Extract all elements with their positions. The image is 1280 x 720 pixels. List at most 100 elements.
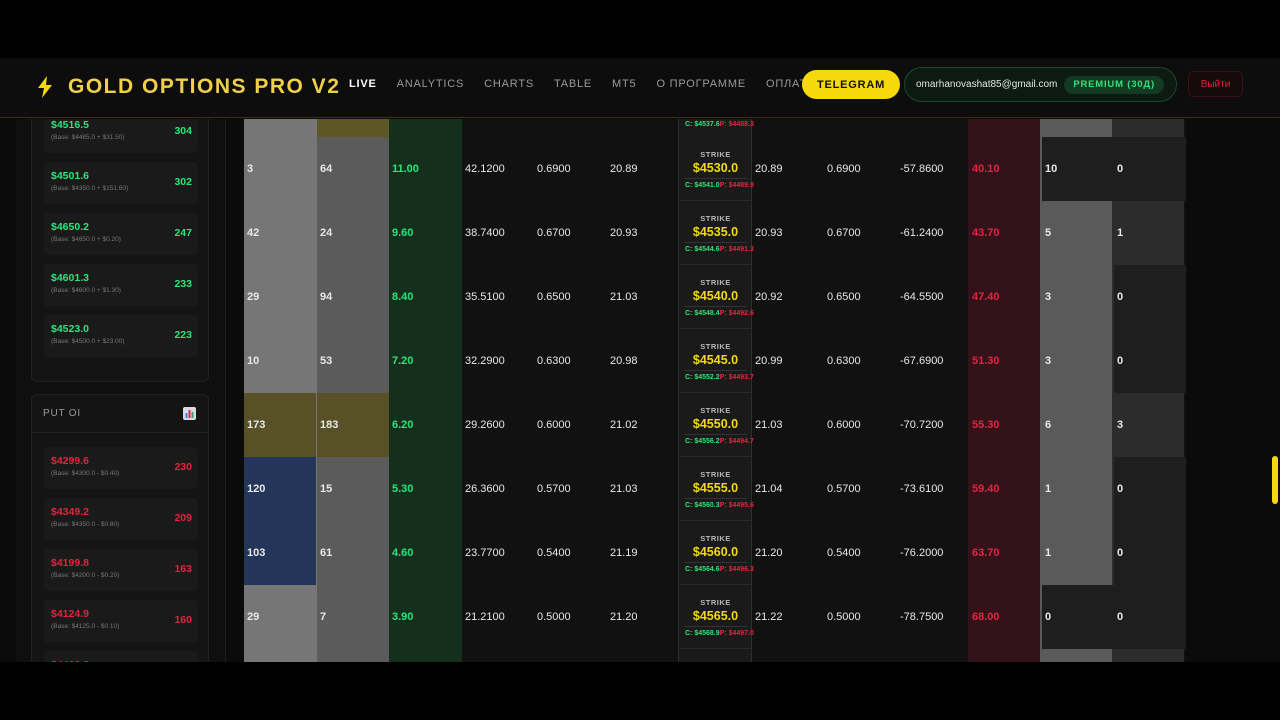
strike-partial-prices: C: $4537.6P: $4488.3 [685, 121, 754, 128]
cell-highlight [389, 119, 462, 137]
cell-p5: 0.5700 [827, 483, 861, 495]
call-oi-item[interactable]: $4650.2 (Base: $4650.0 + $0.20) 247 [44, 213, 198, 255]
nav-item-1[interactable]: ANALYTICS [397, 77, 465, 91]
cell-p5: 0.5400 [827, 547, 861, 559]
cell-c3: 5.30 [392, 483, 414, 495]
cell-c1: 29 [247, 611, 260, 623]
cell-c4: 26.3600 [465, 483, 505, 495]
oi-base-note: (Base: $4600.0 + $1.30) [51, 287, 121, 294]
cell-p2: 10 [1042, 137, 1114, 201]
cell-c5: 0.6300 [537, 355, 571, 367]
strike-cell[interactable]: STRIKE $4550.0 C: $4556.2P: $4494.7 [679, 393, 754, 457]
oi-count: 230 [174, 461, 192, 473]
table-row[interactable]: 173 183 6.20 29.2600 0.6000 21.02 21.03 0.6000 -… [244, 393, 1186, 457]
cell-c5: 0.5700 [537, 483, 571, 495]
cell-p1: 0 [1114, 585, 1186, 649]
cell-c2: 7 [320, 611, 327, 623]
put-oi-item[interactable]: $4299.6 (Base: $4300.0 - $0.40) 230 [44, 447, 198, 489]
cell-c3: 11.00 [392, 163, 419, 175]
cell-c3: 4.60 [392, 547, 414, 559]
call-oi-item[interactable]: $4501.6 (Base: $4350.0 + $151.60) 302 [44, 162, 198, 204]
cell-c2: 61 [320, 547, 333, 559]
put-oi-item[interactable]: $4124.9 (Base: $4125.0 - $0.10) 160 [44, 600, 198, 642]
cell-c5: 0.6700 [537, 227, 571, 239]
strike-cell[interactable]: STRIKE $4540.0 C: $4548.4P: $4492.6 [679, 265, 754, 329]
strike-cell[interactable]: STRIKE $4560.0 C: $4564.6P: $4496.3 [679, 521, 754, 585]
cell-c4: 35.5100 [465, 291, 505, 303]
call-price: C: $4541.0 [685, 182, 720, 189]
options-chain-table: C: $4537.6P: $4488.3 3 64 11.00 42.1200 0.690… [244, 119, 1186, 662]
put-price: P: $4495.6 [719, 502, 754, 509]
cell-p4: -73.6100 [900, 483, 944, 495]
page-scrollbar[interactable] [1272, 456, 1278, 504]
cell-p5: 0.6500 [827, 291, 861, 303]
cell-p6: 20.92 [755, 291, 783, 303]
strike-cell[interactable]: STRIKE $4545.0 C: $4552.2P: $4493.7 [679, 329, 754, 393]
cell-c2: 53 [320, 355, 333, 367]
cell-c3: 6.20 [392, 419, 414, 431]
cell-p1: 0 [1114, 521, 1186, 585]
strike-call-put-prices: C: $4564.6P: $4496.3 [685, 566, 754, 573]
call-price: C: $4552.2 [685, 374, 720, 381]
cell-p2: 3 [1045, 355, 1052, 367]
cell-p6: 21.04 [755, 483, 783, 495]
strike-cell[interactable]: STRIKE $4535.0 C: $4544.6P: $4491.3 [679, 201, 754, 265]
bar-chart-icon [183, 407, 196, 420]
cell-c1: 42 [247, 227, 260, 239]
nav-item-4[interactable]: MT5 [612, 77, 636, 91]
put-price: P: $4489.9 [719, 182, 754, 189]
put-oi-item[interactable]: $4349.2 (Base: $4350.0 - $0.80) 209 [44, 498, 198, 540]
strike-call-put-prices: C: $4541.0P: $4489.9 [685, 182, 754, 189]
oi-price: $4650.2 [51, 221, 89, 233]
nav-item-2[interactable]: CHARTS [484, 77, 534, 91]
strike-cell[interactable]: STRIKE $4565.0 C: $4568.9P: $4497.0 [679, 585, 754, 649]
brand[interactable]: GOLD OPTIONS PRO V2 [36, 72, 340, 102]
app-window: GOLD OPTIONS PRO V2 LIVE ANALYTICS CHARTS T… [0, 58, 1280, 662]
cell-p5: 0.6700 [827, 227, 861, 239]
cell-c4: 38.7400 [465, 227, 505, 239]
table-row[interactable]: 3 64 11.00 42.1200 0.6900 20.89 20.89 0.6900 -57… [244, 137, 1186, 201]
cell-p1: 0 [1114, 137, 1186, 201]
cell-p4: -76.2000 [900, 547, 944, 559]
oi-base-note: (Base: $4125.0 - $0.10) [51, 623, 120, 630]
cell-c3: 8.40 [392, 291, 414, 303]
table-row[interactable]: 29 7 3.90 21.2100 0.5000 21.20 21.22 0.5000 -78.… [244, 585, 1186, 649]
oi-count: 163 [174, 563, 192, 575]
top-navigation-bar: GOLD OPTIONS PRO V2 LIVE ANALYTICS CHARTS T… [0, 58, 1280, 118]
nav-item-3[interactable]: TABLE [554, 77, 592, 91]
call-price: C: $4568.9 [685, 630, 720, 637]
cell-p4: -61.2400 [900, 227, 944, 239]
oi-count: 247 [174, 227, 192, 239]
strike-divider [684, 434, 747, 435]
call-oi-item[interactable]: $4516.5 (Base: $4485.0 + $31.50) 304 [44, 119, 198, 153]
user-account-pill[interactable]: omarhanovashat85@gmail.com PREMIUM (30Д) [904, 67, 1177, 102]
call-oi-item[interactable]: $4523.0 (Base: $4500.0 + $23.00) 223 [44, 315, 198, 357]
table-row[interactable]: 103 61 4.60 23.7700 0.5400 21.19 21.20 0.5400 -7… [244, 521, 1186, 585]
cell-c1: 3 [247, 163, 254, 175]
cell-p1: 1 [1117, 227, 1124, 239]
put-oi-item[interactable]: $4199.8 (Base: $4200.0 - $0.20) 163 [44, 549, 198, 591]
strike-label: STRIKE [700, 470, 731, 479]
strike-cell[interactable]: STRIKE $4530.0 C: $4541.0P: $4489.9 [679, 137, 754, 201]
strike-call-put-prices: C: $4568.9P: $4497.0 [685, 630, 754, 637]
table-row[interactable]: 120 15 5.30 26.3600 0.5700 21.03 21.04 0.5700 -7… [244, 457, 1186, 521]
logout-button[interactable]: Выйти [1188, 71, 1243, 97]
strike-cell[interactable]: STRIKE $4555.0 C: $4560.3P: $4495.6 [679, 457, 754, 521]
cell-c2: 24 [320, 227, 333, 239]
cell-p5: 0.5000 [827, 611, 861, 623]
table-row[interactable]: 10 53 7.20 32.2900 0.6300 20.98 20.99 0.6300 -67… [244, 329, 1186, 393]
nav-item-0[interactable]: LIVE [349, 77, 377, 91]
cell-c6: 21.03 [610, 291, 638, 303]
call-oi-item[interactable]: $4601.3 (Base: $4600.0 + $1.30) 233 [44, 264, 198, 306]
nav-item-5[interactable]: О ПРОГРАММЕ [656, 77, 746, 91]
table-row[interactable]: 29 94 8.40 35.5100 0.6500 21.03 20.92 0.6500 -64… [244, 265, 1186, 329]
put-oi-header: PUT OI [32, 395, 208, 433]
cell-p1: 3 [1117, 419, 1124, 431]
telegram-button[interactable]: TELEGRAM [802, 70, 900, 99]
put-oi-item[interactable]: $4462.8102 [44, 651, 198, 662]
strike-price: $4535.0 [692, 225, 739, 239]
put-price: P: $4493.7 [719, 374, 754, 381]
cell-p1: 0 [1114, 329, 1186, 393]
cell-c4: 21.2100 [465, 611, 505, 623]
table-row[interactable]: 42 24 9.60 38.7400 0.6700 20.93 20.93 0.6700 -61… [244, 201, 1186, 265]
